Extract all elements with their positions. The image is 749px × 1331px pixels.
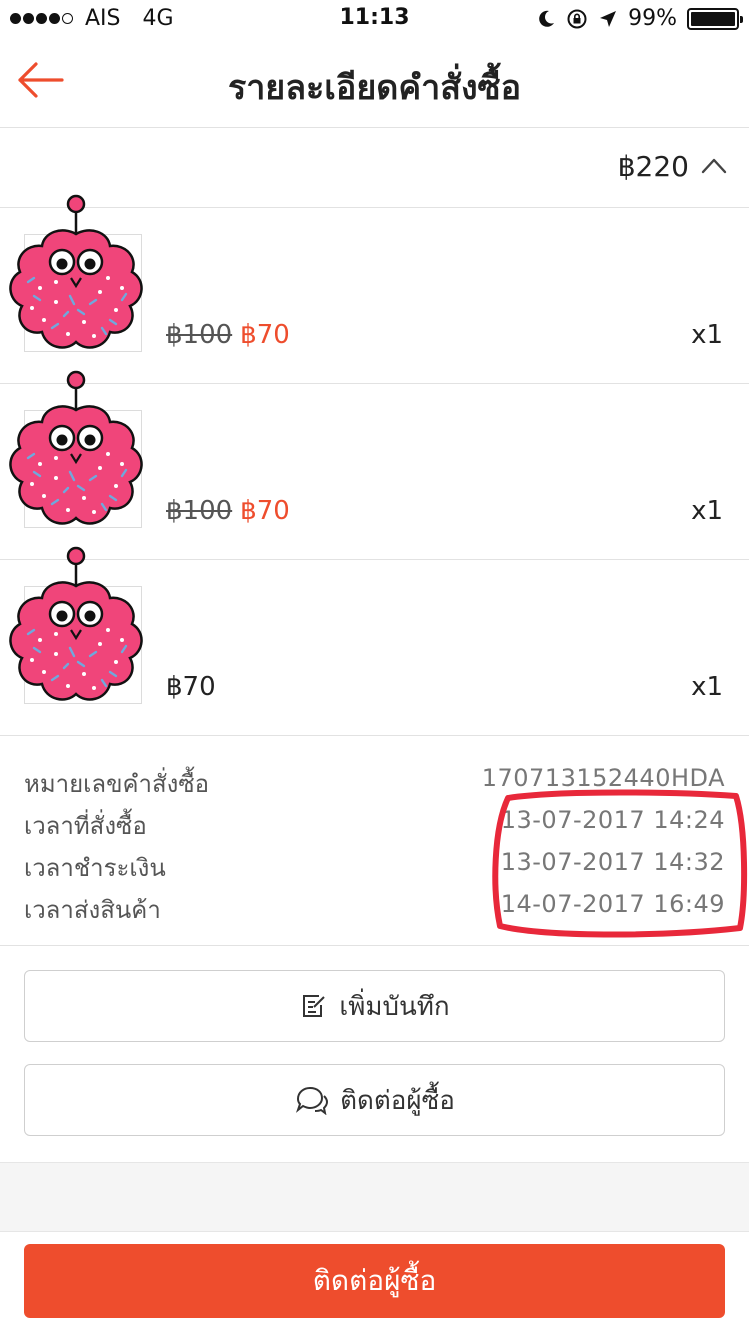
status-bar: AIS 4G 11:13 99%: [0, 0, 749, 40]
product-image: [9, 194, 143, 349]
chat-bubbles-icon: [296, 1086, 329, 1115]
item-price: ฿70: [166, 672, 216, 702]
contact-buyer-primary-button[interactable]: ติดต่อผู้ซื้อ: [24, 1244, 725, 1318]
original-price: ฿100: [166, 496, 233, 526]
discounted-price: ฿70: [240, 496, 290, 526]
order-item[interactable]: ฿70 x1: [0, 546, 749, 736]
item-quantity: x1: [691, 320, 723, 350]
order-time-label: เวลาที่สั่งซื้อ: [24, 812, 147, 840]
item-quantity: x1: [691, 496, 723, 526]
order-item[interactable]: ฿100 ฿70 x1: [0, 194, 749, 384]
order-info: หมายเลขคำสั่งซื้อ 170713152440HDA เวลาที…: [0, 738, 749, 946]
contact-buyer-label: ติดต่อผู้ซื้อ: [340, 1085, 455, 1116]
ship-time-label: เวลาส่งสินค้า: [24, 896, 161, 924]
product-image: [9, 546, 143, 701]
spacer-band: [0, 1162, 749, 1232]
note-edit-icon: [303, 995, 326, 1017]
moon-icon: [539, 10, 555, 27]
nav-bar: รายละเอียดคำสั่งซื้อ: [0, 40, 749, 128]
payment-time-label: เวลาชำระเงิน: [24, 854, 166, 882]
add-note-button[interactable]: เพิ่มบันทึก: [24, 970, 725, 1042]
battery-percent: 99%: [628, 6, 677, 31]
discounted-price: ฿70: [240, 320, 290, 350]
product-image: [9, 370, 143, 525]
location-arrow-icon: [600, 10, 617, 27]
add-note-label: เพิ่มบันทึก: [339, 991, 450, 1022]
item-quantity: x1: [691, 672, 723, 702]
order-number-label: หมายเลขคำสั่งซื้อ: [24, 770, 210, 798]
price: ฿70: [166, 672, 216, 702]
battery-icon: [687, 7, 743, 30]
original-price: ฿100: [166, 320, 233, 350]
page-title: รายละเอียดคำสั่งซื้อ: [227, 68, 522, 108]
order-item[interactable]: ฿100 ฿70 x1: [0, 370, 749, 560]
annotation-circle: [492, 789, 748, 938]
item-price: ฿100 ฿70: [166, 320, 290, 350]
order-total: ฿220: [617, 150, 689, 183]
chevron-up-icon[interactable]: [701, 156, 727, 174]
contact-buyer-button[interactable]: ติดต่อผู้ซื้อ: [24, 1064, 725, 1136]
item-price: ฿100 ฿70: [166, 496, 290, 526]
rotation-lock-icon: [567, 9, 587, 28]
